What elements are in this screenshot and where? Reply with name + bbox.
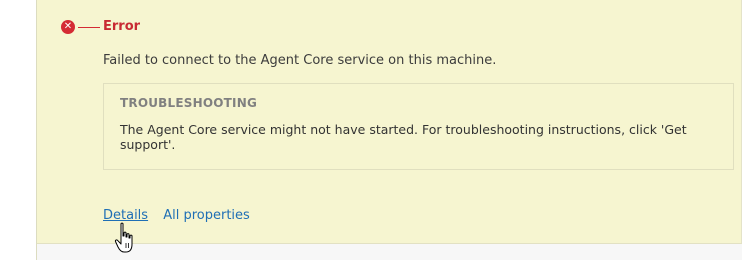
error-connector-line [78,27,100,28]
troubleshooting-text: The Agent Core service might not have st… [120,122,687,152]
below-panel-area [37,244,742,260]
troubleshooting-title: TROUBLESHOOTING [120,96,257,110]
all-properties-link[interactable]: All properties [163,208,250,223]
left-strip [0,0,37,260]
error-x-icon: ✕ [61,20,75,34]
error-message: Failed to connect to the Agent Core serv… [103,53,497,68]
troubleshooting-box: TROUBLESHOOTING The Agent Core service m… [103,83,734,170]
error-title: Error [103,19,141,34]
hand-pointer-icon [114,222,133,253]
details-link[interactable]: Details [103,208,148,223]
link-bar: Details All properties [103,208,250,223]
